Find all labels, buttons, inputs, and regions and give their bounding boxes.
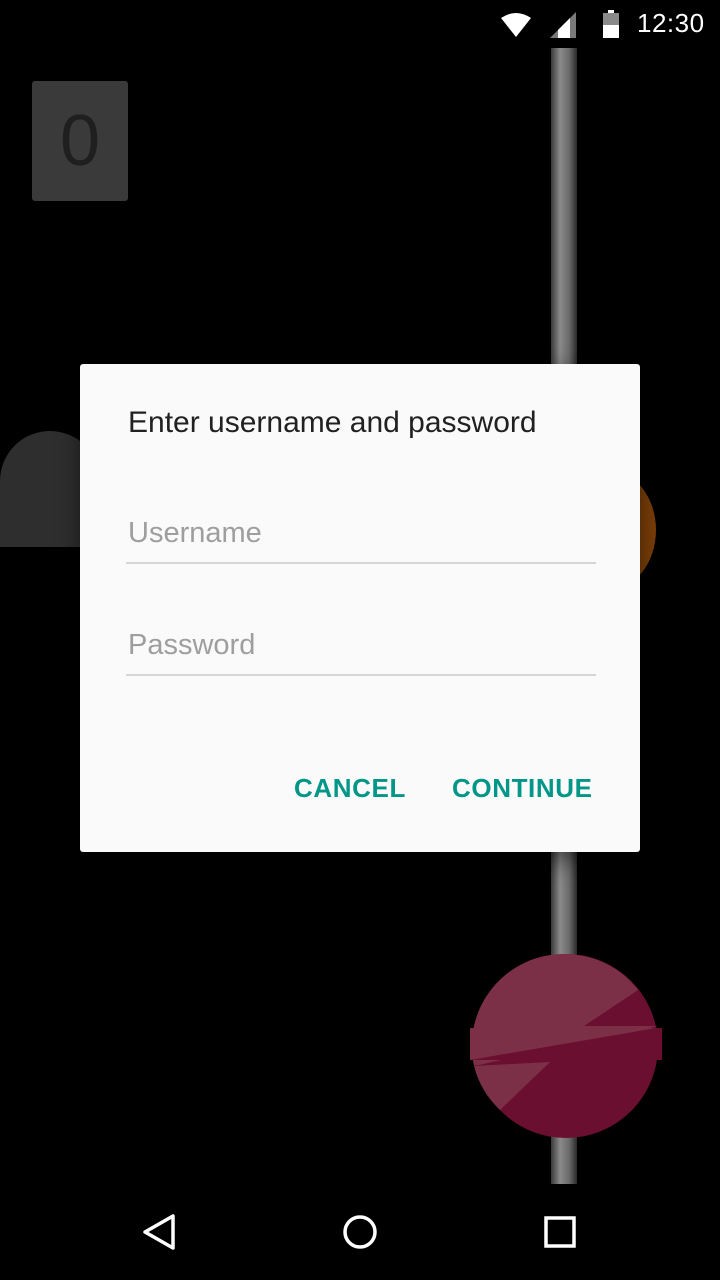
back-icon	[143, 1214, 175, 1250]
recent-apps-button[interactable]	[530, 1204, 590, 1260]
recent-apps-icon	[544, 1216, 576, 1248]
cell-signal-icon	[550, 12, 576, 38]
home-icon	[343, 1215, 377, 1249]
wifi-icon	[501, 13, 531, 37]
navigation-bar	[0, 1184, 720, 1280]
continue-button[interactable]: CONTINUE	[440, 762, 605, 814]
cancel-button[interactable]: CANCEL	[282, 762, 418, 814]
screen: 12:30 0 Enter username and password CANC…	[0, 0, 720, 1280]
back-button[interactable]	[130, 1204, 190, 1260]
battery-icon	[603, 10, 619, 38]
username-field[interactable]	[126, 504, 596, 564]
status-bar: 12:30	[0, 0, 720, 48]
status-time: 12:30	[637, 8, 705, 38]
dialog-title: Enter username and password	[128, 406, 537, 439]
password-field[interactable]	[126, 616, 596, 676]
login-dialog: Enter username and password CANCEL CONTI…	[80, 364, 640, 852]
home-button[interactable]	[330, 1204, 390, 1260]
